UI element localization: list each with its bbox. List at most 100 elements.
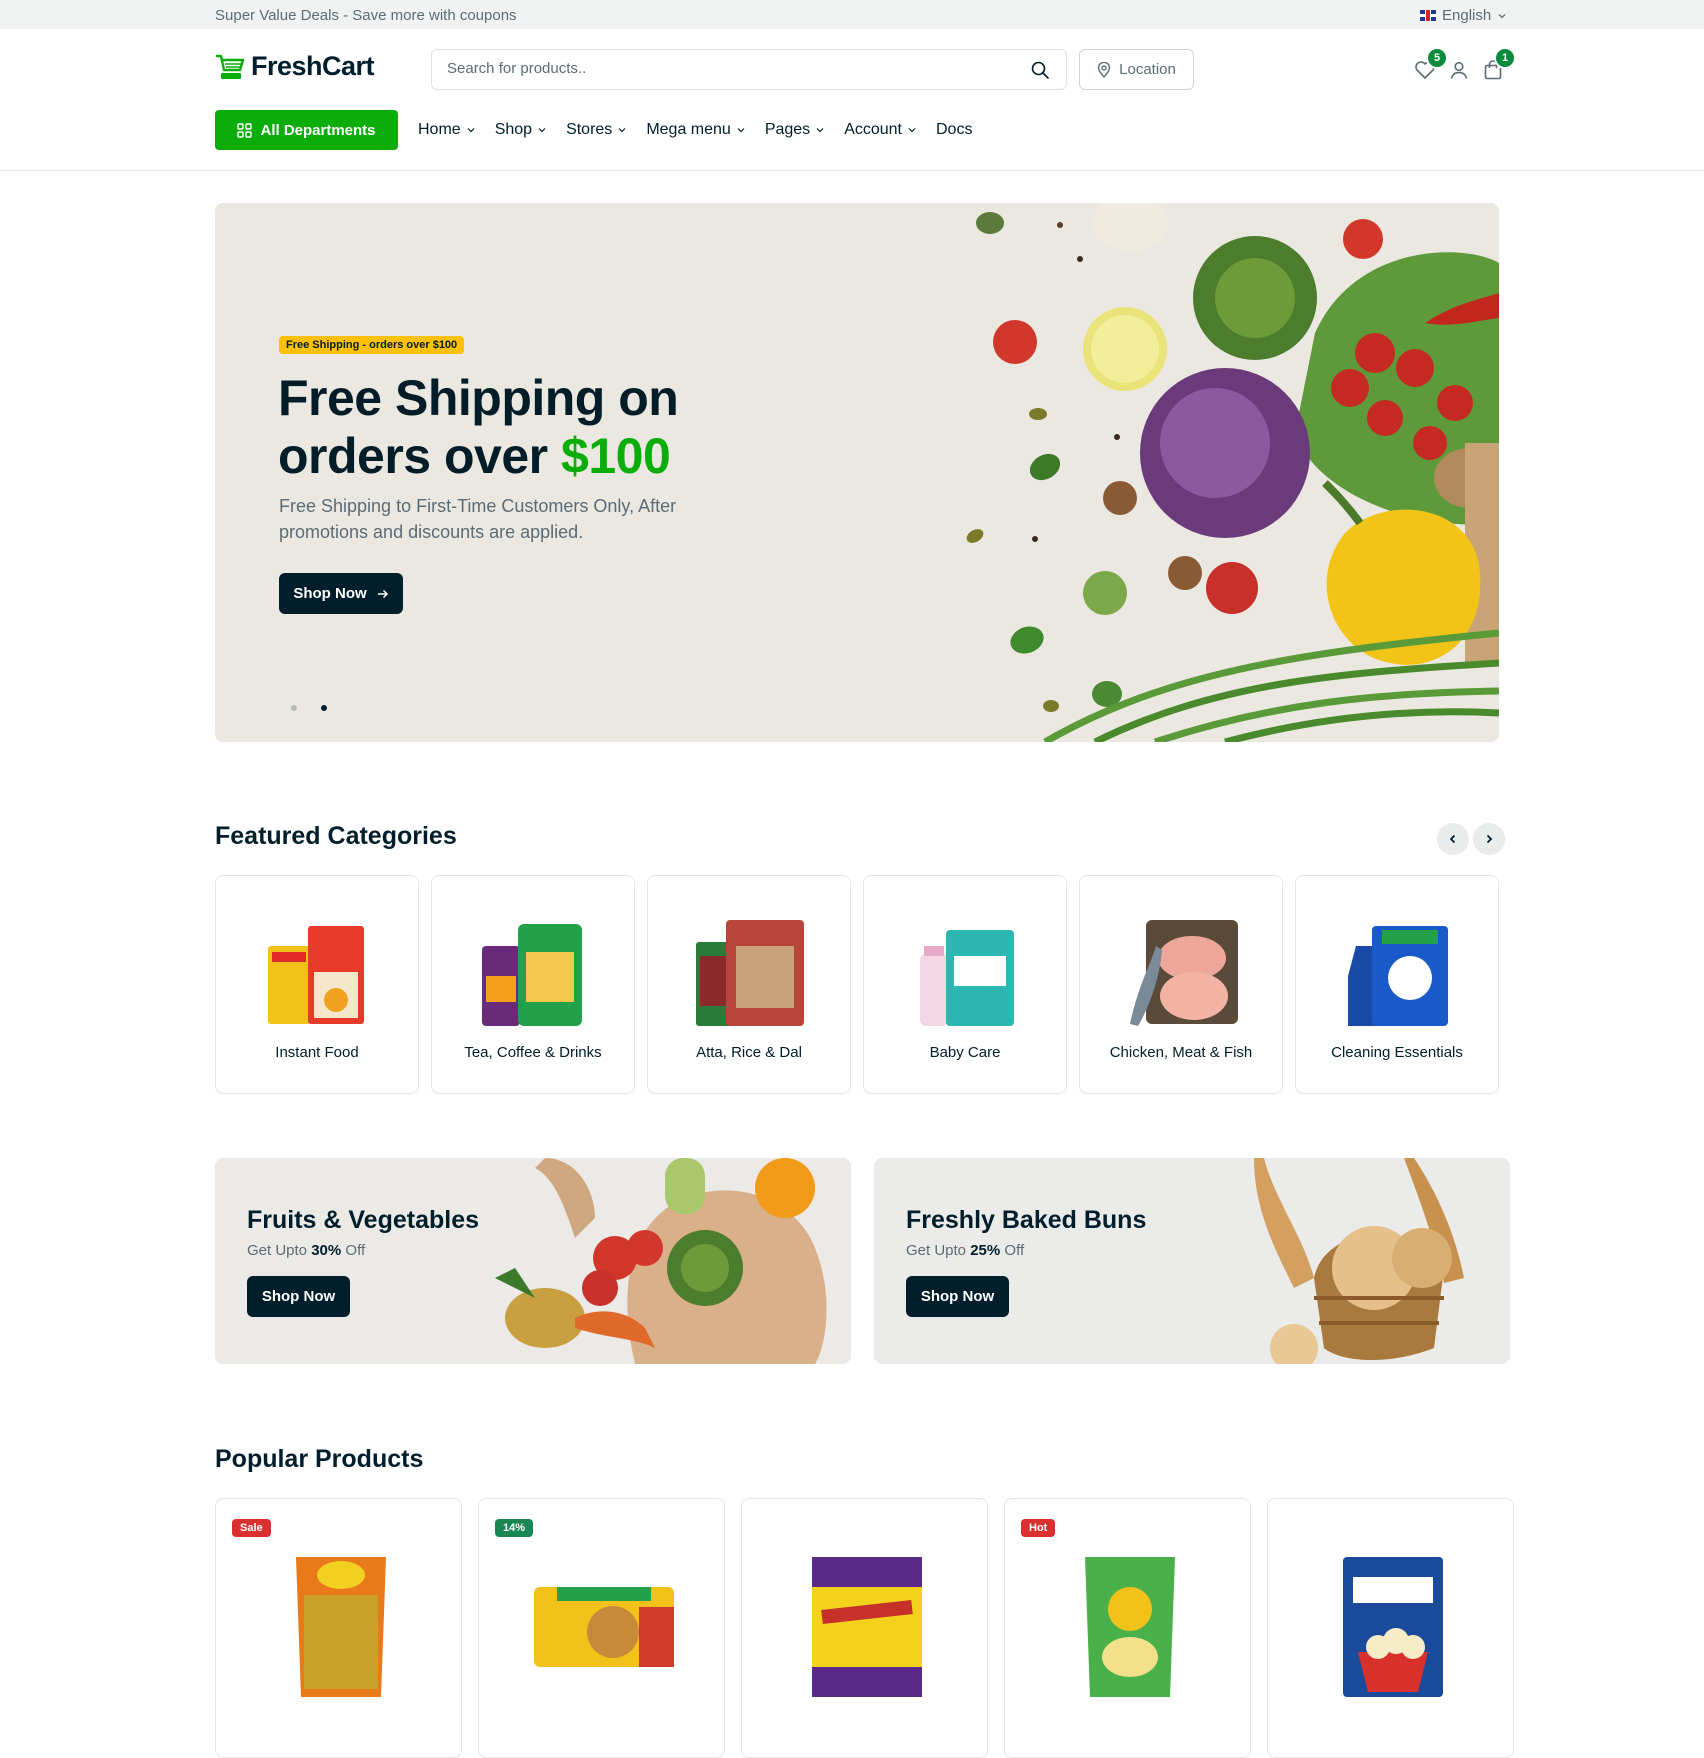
nav-item-mega-menu[interactable]: Mega menu — [646, 121, 745, 139]
category-card[interactable]: Tea, Coffee & Drinks — [431, 875, 635, 1094]
location-label: Location — [1119, 61, 1176, 78]
carousel-prev-button[interactable] — [1437, 823, 1469, 855]
hero-title-accent: $100 — [561, 428, 671, 484]
slider-dots — [291, 705, 327, 711]
main-nav: All Departments Home Shop Stores Mega me… — [215, 110, 972, 150]
logo[interactable]: FreshCart — [215, 51, 375, 82]
atta-rice-dal-image — [696, 920, 804, 1026]
product-card[interactable]: 14% — [478, 1498, 725, 1758]
promo-subtitle: Get Upto 30% Off — [247, 1242, 365, 1259]
cart-logo-icon — [216, 54, 245, 79]
all-departments-button[interactable]: All Departments — [215, 110, 398, 150]
free-shipping-badge: Free Shipping - orders over $100 — [279, 336, 465, 354]
hero-slider: Free Shipping - orders over $100 Free Sh… — [215, 203, 1499, 742]
category-card[interactable]: Cleaning Essentials — [1295, 875, 1499, 1094]
slider-dot-active[interactable] — [321, 705, 327, 711]
nav-item-label: Account — [844, 121, 902, 138]
hero-shop-now-button[interactable]: Shop Now — [279, 573, 403, 614]
chevron-right-icon — [1486, 834, 1493, 844]
chevron-down-icon — [618, 128, 626, 133]
search-input[interactable] — [447, 60, 1007, 77]
category-label: Cleaning Essentials — [1331, 1044, 1463, 1061]
cleaning-essentials-image — [1348, 926, 1448, 1026]
product-list: Sale 14% Hot — [215, 1498, 1514, 1758]
account-button[interactable] — [1448, 59, 1470, 81]
product-card[interactable]: Hot — [1004, 1498, 1251, 1758]
nav-item-pages[interactable]: Pages — [765, 121, 824, 139]
promo-banner-fruits: Fruits & Vegetables Get Upto 30% Off Sho… — [215, 1158, 851, 1364]
category-card[interactable]: Chicken, Meat & Fish — [1079, 875, 1283, 1094]
product-card[interactable] — [1267, 1498, 1514, 1758]
promo-title: Fruits & Vegetables — [247, 1206, 480, 1234]
cart-button[interactable]: 1 — [1482, 49, 1514, 81]
wishlist-button[interactable]: 5 — [1414, 49, 1446, 81]
nav-item-label: Mega menu — [646, 121, 731, 138]
promo-discount: 30% — [311, 1242, 342, 1259]
category-list: Instant Food Tea, Coffee & Drinks Atta, … — [215, 875, 1499, 1094]
category-label: Tea, Coffee & Drinks — [464, 1044, 602, 1061]
promo-text: Super Value Deals - Save more with coupo… — [215, 7, 517, 24]
user-icon — [1450, 61, 1468, 79]
baked-buns-image — [874, 1158, 1510, 1364]
instant-food-image — [268, 926, 364, 1024]
promo-title: Freshly Baked Buns — [906, 1206, 1147, 1234]
promo-discount: 25% — [970, 1242, 1001, 1259]
product-card[interactable]: Sale — [215, 1498, 462, 1758]
chevron-down-icon — [467, 128, 475, 133]
chips-pack-image — [1085, 1557, 1175, 1697]
nav-item-shop[interactable]: Shop — [495, 121, 546, 139]
chicken-meat-fish-image — [1130, 920, 1238, 1026]
category-carousel-controls — [1437, 823, 1505, 855]
chevron-down-icon — [816, 128, 824, 133]
product-badge: 14% — [495, 1519, 534, 1537]
nav-item-label: Home — [418, 121, 461, 138]
search-box — [431, 49, 1067, 90]
search-icon[interactable] — [1030, 60, 1050, 80]
language-selector[interactable]: English — [1420, 7, 1507, 24]
nav-item-stores[interactable]: Stores — [566, 121, 626, 139]
site-header: FreshCart Location 5 1 All Departments H… — [0, 29, 1704, 171]
product-badge: Hot — [1021, 1519, 1056, 1537]
tea-coffee-drinks-image — [482, 924, 582, 1026]
promo-subtitle: Get Upto 25% Off — [906, 1242, 1024, 1259]
promo-banner-buns: Freshly Baked Buns Get Upto 25% Off Shop… — [874, 1158, 1510, 1364]
category-label: Chicken, Meat & Fish — [1109, 1044, 1253, 1061]
map-pin-icon — [1097, 61, 1111, 78]
product-badge: Sale — [232, 1519, 271, 1537]
grid-icon — [237, 122, 253, 138]
category-label: Atta, Rice & Dal — [696, 1044, 802, 1061]
header-actions: 5 1 — [1414, 49, 1514, 81]
product-card[interactable] — [741, 1498, 988, 1758]
nav-item-label: Docs — [936, 121, 973, 138]
fruits-vegetables-image — [215, 1158, 851, 1364]
promo-sub-suffix: Off — [341, 1242, 366, 1259]
promo-shop-now-button[interactable]: Shop Now — [247, 1276, 350, 1317]
nav-item-label: Shop — [494, 121, 533, 138]
logo-text: FreshCart — [251, 51, 375, 81]
biscuit-pack-image — [534, 1587, 674, 1667]
top-strip: Super Value Deals - Save more with coupo… — [0, 0, 1704, 29]
nav-item-docs[interactable]: Docs — [936, 121, 972, 139]
popcorn-pack-image — [1343, 1557, 1443, 1697]
uk-flag-icon — [1420, 10, 1436, 21]
chevron-down-icon — [1498, 13, 1506, 18]
location-button[interactable]: Location — [1079, 49, 1194, 90]
nav-item-label: Pages — [764, 121, 811, 138]
promo-sub-prefix: Get Upto — [247, 1242, 312, 1259]
promo-sub-prefix: Get Upto — [906, 1242, 971, 1259]
category-card[interactable]: Baby Care — [863, 875, 1067, 1094]
featured-categories-title: Featured Categories — [215, 822, 457, 850]
category-label: Baby Care — [929, 1044, 1001, 1061]
category-card[interactable]: Instant Food — [215, 875, 419, 1094]
wishlist-count-badge: 5 — [1428, 49, 1446, 67]
nav-item-home[interactable]: Home — [418, 121, 475, 139]
slider-dot[interactable] — [291, 705, 297, 711]
hero-subtitle: Free Shipping to First-Time Customers On… — [279, 496, 677, 542]
nav-item-label: Stores — [566, 121, 613, 138]
language-label: English — [1442, 7, 1492, 24]
nav-item-account[interactable]: Account — [844, 121, 916, 139]
category-card[interactable]: Atta, Rice & Dal — [647, 875, 851, 1094]
promo-shop-now-button[interactable]: Shop Now — [906, 1276, 1009, 1317]
carousel-next-button[interactable] — [1473, 823, 1505, 855]
baby-care-image — [920, 930, 1014, 1026]
